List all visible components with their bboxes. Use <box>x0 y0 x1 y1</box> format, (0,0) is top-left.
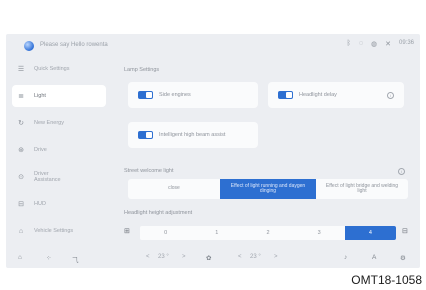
apps-icon[interactable]: ⁘ <box>46 254 51 262</box>
sidebar-item-hud[interactable]: ⊟ HUD <box>12 193 106 215</box>
sidebar-item-label: Vehicle Settings <box>34 227 74 234</box>
infotainment-screen: Please say Hello rowenta ᛒ ◌ ◍ ✕ 09:36 ☰… <box>6 34 420 268</box>
sidebar-item-drive[interactable]: ⊛ Drive <box>12 139 106 161</box>
street-light-title: Street welcome light <box>124 168 174 174</box>
right-temp: 23 ° <box>250 254 261 260</box>
sidebar-item-label: Drive <box>34 146 47 153</box>
voice-assistant-icon[interactable] <box>24 41 34 51</box>
level-option[interactable]: 1 <box>191 226 242 240</box>
status-bar: Please say Hello rowenta ᛒ ◌ ◍ ✕ 09:36 <box>6 34 420 56</box>
level-option[interactable]: 3 <box>294 226 345 240</box>
street-option-welding[interactable]: Effect of light bridge and welding light <box>316 179 408 199</box>
sidebar-item-label: Quick Settings <box>34 65 70 72</box>
level-option-selected[interactable]: 4 <box>344 226 396 240</box>
sidebar-item-label: Light <box>34 92 46 99</box>
street-option-running[interactable]: Effect of light running and daygen dingi… <box>220 179 316 199</box>
sidebar-item-vehicle-settings[interactable]: ⌂ Vehicle Settings <box>12 220 106 242</box>
seat-icon[interactable]: ⺄ <box>72 254 79 264</box>
signal-icon: ◌ <box>358 40 363 47</box>
headlight-high-icon: ⊟ <box>402 228 408 235</box>
info-icon[interactable]: i <box>398 168 405 175</box>
hud-icon: ⊟ <box>18 201 24 208</box>
intelligent-beam-card[interactable]: Intelligent high beam assist <box>128 122 258 148</box>
settings-icon[interactable]: ⚙ <box>400 254 406 262</box>
fan-icon[interactable]: ✿ <box>206 254 211 262</box>
headlight-level-bar: 0 1 2 3 4 <box>140 226 396 240</box>
sidebar-item-new-energy[interactable]: ↻ New Energy <box>12 112 106 134</box>
bluetooth-icon: ᛒ <box>346 40 351 47</box>
headlight-low-icon: ⊞ <box>124 228 130 235</box>
clock: 09:36 <box>398 40 414 46</box>
sidebar-item-label: HUD <box>34 200 46 207</box>
street-light-selector: close Effect of light running and daygen… <box>128 179 408 199</box>
headlight-delay-label: Headlight delay <box>299 92 337 98</box>
street-option-close[interactable]: close <box>128 179 220 199</box>
driver-assistance-icon: ⊙ <box>18 174 24 181</box>
left-temp: 23 ° <box>158 254 169 260</box>
light-icon: ≣ <box>18 93 24 100</box>
status-icons: ᛒ ◌ ◍ ✕ 09:36 <box>347 40 414 48</box>
wifi-icon: ◍ <box>371 41 378 48</box>
side-lights-label: Side engines <box>159 92 191 98</box>
sidebar-item-label: New Energy <box>34 119 64 126</box>
figure-caption: OMT18-1058 <box>351 273 422 287</box>
sidebar-item-driver-assistance[interactable]: ⊙ Driver Assistance <box>12 166 106 188</box>
side-lights-card[interactable]: Side engines <box>128 82 258 108</box>
right-temp-increase[interactable]: > <box>274 254 278 260</box>
navigation-icon[interactable]: A <box>372 254 376 261</box>
energy-icon: ↻ <box>18 120 24 127</box>
right-temp-decrease[interactable]: < <box>238 254 242 260</box>
left-temp-decrease[interactable]: < <box>146 254 150 260</box>
intelligent-beam-label: Intelligent high beam assist <box>159 132 226 138</box>
quick-settings-icon: ☰ <box>17 66 25 73</box>
sidebar-item-light[interactable]: ≣ Light <box>12 85 106 107</box>
settings-sidebar: ☰ Quick Settings ≣ Light ↻ New Energy ⊛ … <box>12 58 106 247</box>
headlight-delay-toggle[interactable] <box>278 91 293 99</box>
sidebar-item-quick-settings[interactable]: ☰ Quick Settings <box>12 58 106 80</box>
bottom-dock: ⌂ ⁘ ⺄ < 23 ° > ✿ < 23 ° > ♪ A ⚙ <box>6 250 420 268</box>
close-icon[interactable]: ✕ <box>385 40 391 48</box>
level-option[interactable]: 2 <box>242 226 293 240</box>
intelligent-beam-toggle[interactable] <box>138 131 153 139</box>
drive-icon: ⊛ <box>18 147 24 154</box>
left-temp-increase[interactable]: > <box>182 254 186 260</box>
home-icon[interactable]: ⌂ <box>18 254 22 261</box>
side-lights-toggle[interactable] <box>138 91 153 99</box>
headlight-delay-card[interactable]: Headlight delay i <box>268 82 404 108</box>
info-icon[interactable]: i <box>387 92 394 99</box>
vehicle-settings-icon: ⌂ <box>18 227 24 235</box>
level-option[interactable]: 0 <box>140 226 191 240</box>
headlight-height-title: Headlight height adjustment <box>124 210 193 216</box>
music-icon[interactable]: ♪ <box>344 254 347 261</box>
welcome-text: Please say Hello rowenta <box>40 42 108 48</box>
sidebar-item-label: Driver Assistance <box>34 170 61 183</box>
lamp-settings-title: Lamp Settings <box>124 67 160 73</box>
